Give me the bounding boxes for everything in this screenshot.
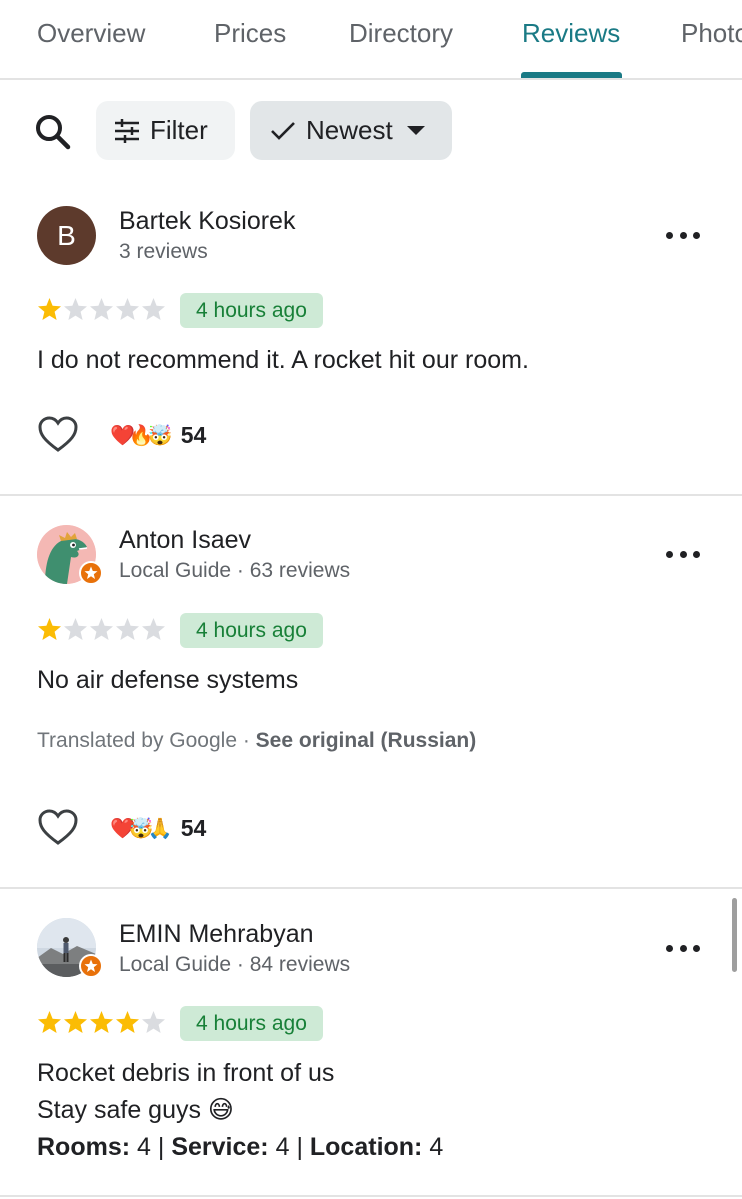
more-options-icon[interactable] [666,548,700,560]
rooms-value: 4 [137,1133,151,1161]
review-text-line: Stay safe guys 😅 [37,1096,234,1124]
star-empty-icon [142,618,165,640]
review-time-badge: 4 hours ago [180,613,323,648]
reviewer-meta: Local Guide · 63 reviews [119,559,351,582]
filter-label: Filter [150,115,208,145]
star-filled-icon [38,298,61,320]
service-label: Service: [171,1133,269,1161]
separator: | [296,1133,303,1161]
avatar[interactable] [37,525,103,585]
heart-like-icon[interactable] [38,809,78,847]
star-empty-icon [64,298,87,320]
review-text: No air defense systems [37,666,299,694]
rooms-label: Rooms: [37,1133,131,1161]
avatar[interactable]: B [37,206,96,265]
star-filled-icon [64,1011,87,1033]
tab-directory[interactable]: Directory [349,18,453,49]
local-guide-badge-icon [79,561,103,585]
scrollbar[interactable] [732,898,737,972]
star-filled-icon [90,1011,113,1033]
reviewer-meta: Local Guide · 84 reviews [119,953,351,976]
review-time-badge: 4 hours ago [180,293,323,328]
tab-bar: Overview Prices Directory Reviews Photos [0,0,742,80]
reviewer-name[interactable]: Bartek Kosiorek [119,207,295,236]
location-label: Location: [309,1133,423,1161]
star-empty-icon [116,298,139,320]
reviewer-name[interactable]: EMIN Mehrabyan [119,920,314,949]
separator: | [157,1133,165,1161]
tab-overview[interactable]: Overview [37,18,145,49]
review-time-badge: 4 hours ago [180,1006,323,1041]
review-text-line: Rocket debris in front of us [37,1059,335,1087]
active-tab-indicator [521,72,622,78]
more-options-icon[interactable] [666,942,700,954]
reviewer-name[interactable]: Anton Isaev [119,526,251,555]
star-rating [37,617,166,643]
divider [0,1195,742,1197]
star-empty-icon [90,298,113,320]
reaction-emojis: ❤️🔥🤯 [110,423,173,447]
search-icon[interactable] [33,112,73,152]
service-value: 4 [275,1133,290,1161]
star-filled-icon [38,618,61,640]
tab-reviews[interactable]: Reviews [522,18,620,49]
filter-button[interactable]: Filter [96,101,235,160]
reaction-emojis: ❤️🤯🙏 [110,816,173,840]
checkmark-icon [271,121,295,140]
divider [0,494,742,496]
translation-note: Translated by Google · See original (Rus… [37,729,476,753]
star-empty-icon [116,618,139,640]
star-rating [37,1010,166,1036]
star-rating [37,297,166,323]
local-guide-badge-icon [79,954,103,978]
translated-by-label: Translated by Google · [37,729,256,752]
star-empty-icon [142,1011,165,1033]
star-filled-icon [116,1011,139,1033]
reaction-count: 54 [180,814,207,841]
more-options-icon[interactable] [666,229,700,241]
divider [0,887,742,889]
reactions-summary[interactable]: ❤️🔥🤯 54 [110,420,206,450]
sort-label: Newest [306,115,393,145]
sub-ratings: Rooms: 4 | Service: 4 | Location: 4 [37,1129,443,1166]
reaction-count: 54 [180,421,207,448]
reviewer-meta: 3 reviews [119,240,208,263]
tab-prices[interactable]: Prices [214,18,286,49]
avatar[interactable] [37,918,103,978]
caret-down-icon [406,126,425,135]
filter-sliders-icon [115,118,139,143]
sort-dropdown[interactable]: Newest [250,101,452,160]
location-value: 4 [429,1133,444,1161]
avatar-letter: B [37,206,96,265]
reactions-summary[interactable]: ❤️🤯🙏 54 [110,813,206,843]
review-text: I do not recommend it. A rocket hit our … [37,346,529,374]
star-empty-icon [142,298,165,320]
tab-photos[interactable]: Photos [681,18,742,49]
star-empty-icon [64,618,87,640]
star-filled-icon [38,1011,61,1033]
star-empty-icon [90,618,113,640]
heart-like-icon[interactable] [38,416,78,454]
see-original-link[interactable]: See original (Russian) [256,729,477,752]
